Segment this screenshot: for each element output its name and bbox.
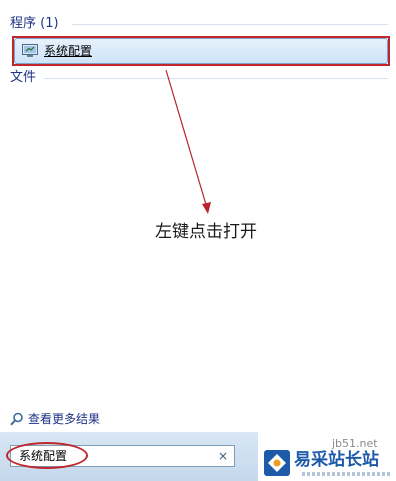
section-divider — [72, 24, 388, 25]
watermark-tagline — [302, 472, 392, 476]
search-input[interactable]: 系统配置 × — [10, 445, 235, 467]
result-item-label: 系统配置 — [44, 44, 93, 58]
programs-section-header: 程序 (1) — [10, 16, 59, 31]
see-more-results-label: 查看更多结果 — [28, 412, 101, 426]
site-logo-icon — [264, 450, 290, 476]
watermark-site-name: 易采站长站 — [294, 450, 379, 470]
section-divider — [44, 78, 388, 79]
search-input-value: 系统配置 — [19, 449, 68, 463]
msconfig-icon — [22, 44, 38, 57]
annotation-text: 左键点击打开 — [155, 222, 257, 242]
search-icon — [10, 412, 23, 426]
clear-icon[interactable]: × — [218, 449, 228, 463]
result-item-msconfig[interactable]: 系统配置 — [14, 38, 388, 64]
files-section-header: 文件 — [10, 70, 37, 85]
watermark-url: jb51.net — [332, 437, 378, 450]
start-menu-panel: 程序 (1) 系统配置 文件 左键点击打开 查看更多结果 — [0, 0, 396, 432]
